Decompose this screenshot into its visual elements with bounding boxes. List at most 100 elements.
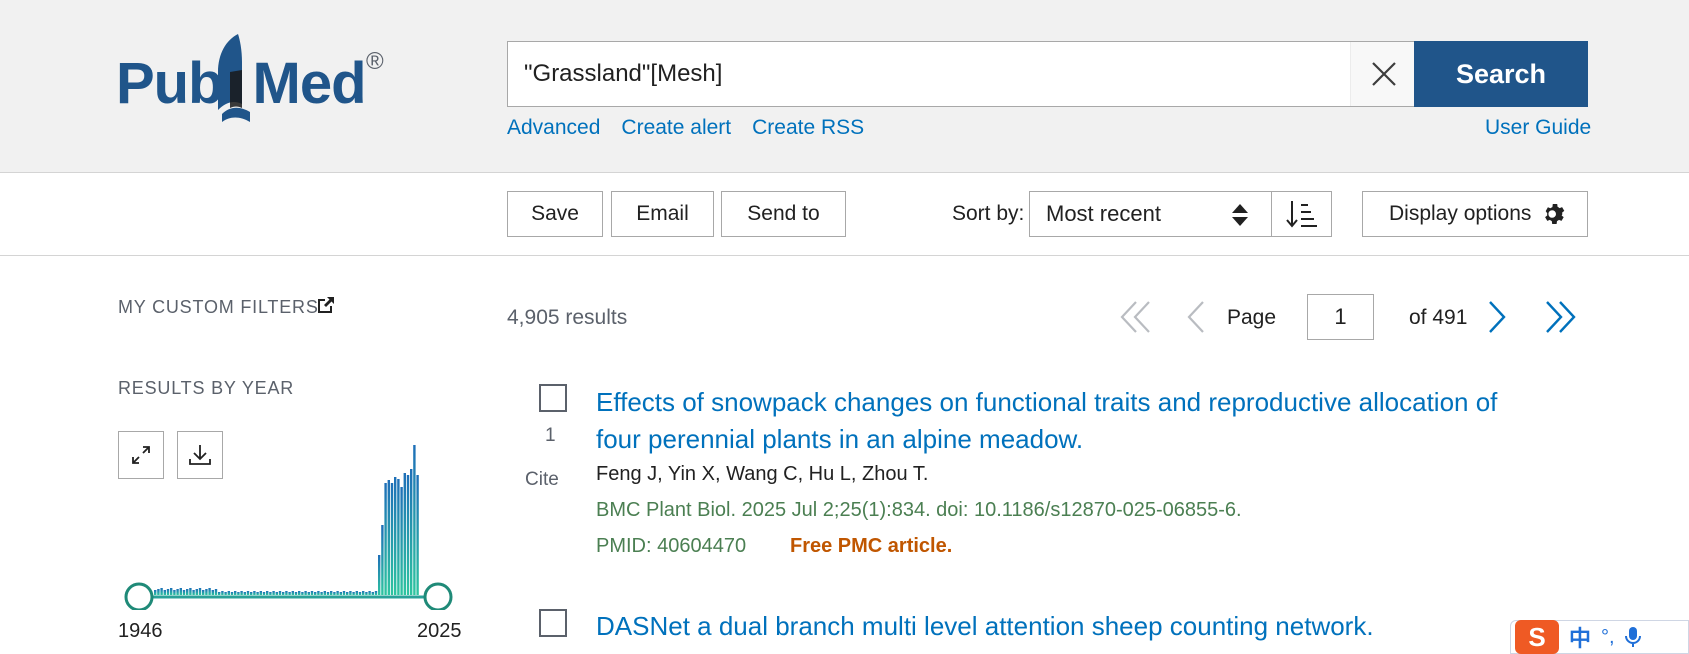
first-page-icon[interactable] xyxy=(1120,300,1152,334)
user-guide-link[interactable]: User Guide xyxy=(1485,116,1591,140)
histogram-bar xyxy=(269,592,272,595)
histogram-bar xyxy=(243,592,246,595)
histogram-bar xyxy=(189,588,192,595)
histogram-bar xyxy=(272,591,275,595)
result-number: 1 xyxy=(545,425,556,446)
histogram-bar xyxy=(387,480,390,595)
timeline-end-year: 2025 xyxy=(417,620,462,642)
results-count: 4,905 results xyxy=(507,306,628,329)
ime-toolbar[interactable]: S 中 °, xyxy=(1510,620,1689,654)
histogram-bar xyxy=(237,592,240,595)
histogram-bar xyxy=(166,589,170,595)
results-by-year-histogram[interactable] xyxy=(118,430,468,610)
histogram-bar xyxy=(195,589,198,595)
last-page-icon[interactable] xyxy=(1544,300,1576,334)
histogram-bar xyxy=(259,591,262,595)
histogram-bar xyxy=(218,592,221,595)
histogram-bar xyxy=(266,591,269,595)
histogram-bar xyxy=(384,483,387,595)
histogram-bar xyxy=(282,592,285,595)
free-pmc-badge: Free PMC article. xyxy=(790,535,953,557)
search-button[interactable]: Search xyxy=(1414,41,1588,107)
result-item: 1 Cite Effects of snowpack changes on fu… xyxy=(507,384,1589,564)
external-link-icon[interactable] xyxy=(316,295,336,315)
histogram-bar xyxy=(342,591,346,595)
ime-punctuation-indicator[interactable]: °, xyxy=(1601,626,1615,649)
histogram-bar xyxy=(381,525,384,595)
search-links: Advanced Create alert Create RSS xyxy=(507,116,864,140)
page-total: of 491 xyxy=(1409,306,1468,329)
gear-icon xyxy=(1545,204,1565,224)
histogram-bar xyxy=(176,589,179,595)
histogram-bar xyxy=(157,589,160,595)
histogram-bar xyxy=(202,590,205,595)
result-checkbox[interactable] xyxy=(539,384,567,412)
histogram-bar xyxy=(246,591,250,595)
results-by-year-heading: RESULTS BY YEAR xyxy=(118,378,295,398)
timeline-start-year: 1946 xyxy=(118,620,163,642)
result-authors: Feng J, Yin X, Wang C, Hu L, Zhou T. xyxy=(596,463,929,485)
histogram-bar xyxy=(304,591,307,595)
result-citation: BMC Plant Biol. 2025 Jul 2;25(1):834. do… xyxy=(596,499,1242,521)
send-to-button[interactable]: Send to xyxy=(721,191,846,237)
clear-search-button[interactable] xyxy=(1350,42,1416,106)
select-arrows-icon xyxy=(1232,204,1248,226)
create-alert-link[interactable]: Create alert xyxy=(621,116,731,140)
result-title-link[interactable]: DASNet a dual branch multi level attenti… xyxy=(596,608,1556,645)
histogram-bar xyxy=(339,592,342,595)
create-rss-link[interactable]: Create RSS xyxy=(752,116,864,140)
email-button[interactable]: Email xyxy=(611,191,714,237)
previous-page-icon[interactable] xyxy=(1186,300,1206,334)
next-page-icon[interactable] xyxy=(1487,300,1507,334)
histogram-bar xyxy=(346,592,349,595)
histogram-bar xyxy=(298,591,301,595)
timeline-start-handle[interactable] xyxy=(124,582,154,610)
sogou-logo-icon: S xyxy=(1515,620,1559,654)
histogram-bar xyxy=(374,591,378,595)
my-custom-filters-heading[interactable]: MY CUSTOM FILTERS xyxy=(118,297,319,318)
result-title-link[interactable]: Effects of snowpack changes on functiona… xyxy=(596,384,1556,458)
histogram-bar xyxy=(288,592,291,595)
histogram-bar xyxy=(154,590,157,595)
display-options-button[interactable]: Display options xyxy=(1362,191,1588,237)
histogram-bar xyxy=(317,591,320,595)
timeline-end-handle[interactable] xyxy=(423,582,453,610)
histogram-bar xyxy=(368,591,371,595)
histogram-bar xyxy=(400,487,403,595)
histogram-bar xyxy=(358,592,362,595)
histogram-bar xyxy=(307,592,310,595)
histogram-bar xyxy=(323,591,326,595)
histogram-bar xyxy=(262,592,266,595)
result-pmid: PMID: 40604470 xyxy=(596,535,747,557)
histogram-bar xyxy=(170,588,173,595)
histogram-bar xyxy=(294,592,298,595)
result-checkbox[interactable] xyxy=(539,609,567,637)
histogram-bar xyxy=(410,469,413,595)
microphone-icon[interactable] xyxy=(1624,626,1641,648)
histogram-bar xyxy=(355,591,358,595)
sort-label: Sort by: xyxy=(952,202,1025,225)
histogram-bar xyxy=(186,589,189,595)
histogram-bar xyxy=(163,590,166,595)
header: PubMed ® Search Advanced Create alert Cr… xyxy=(0,0,1689,173)
sort-select[interactable]: Most recent xyxy=(1029,191,1272,237)
cite-button[interactable]: Cite xyxy=(525,469,559,491)
result-item: DASNet a dual branch multi level attenti… xyxy=(507,608,1589,654)
sort-order-button[interactable] xyxy=(1271,191,1332,237)
ime-mode-indicator[interactable]: 中 xyxy=(1569,621,1591,653)
display-options-label: Display options xyxy=(1389,202,1532,225)
histogram-bar xyxy=(234,591,237,595)
histogram-bar xyxy=(394,477,397,595)
pubmed-logo[interactable]: Pub Med ® xyxy=(116,28,396,128)
histogram-bar xyxy=(179,588,182,595)
histogram-bar xyxy=(362,591,365,595)
advanced-link[interactable]: Advanced xyxy=(507,116,600,140)
results-toolbar: Save Email Send to Sort by: Most recent … xyxy=(0,174,1689,256)
histogram-bar xyxy=(413,445,416,595)
search-input[interactable] xyxy=(524,42,1344,106)
save-button[interactable]: Save xyxy=(507,191,603,237)
page-number-input[interactable] xyxy=(1307,294,1374,340)
histogram-bar xyxy=(230,592,234,595)
histogram-bar xyxy=(211,590,214,595)
histogram-bar xyxy=(352,592,355,595)
